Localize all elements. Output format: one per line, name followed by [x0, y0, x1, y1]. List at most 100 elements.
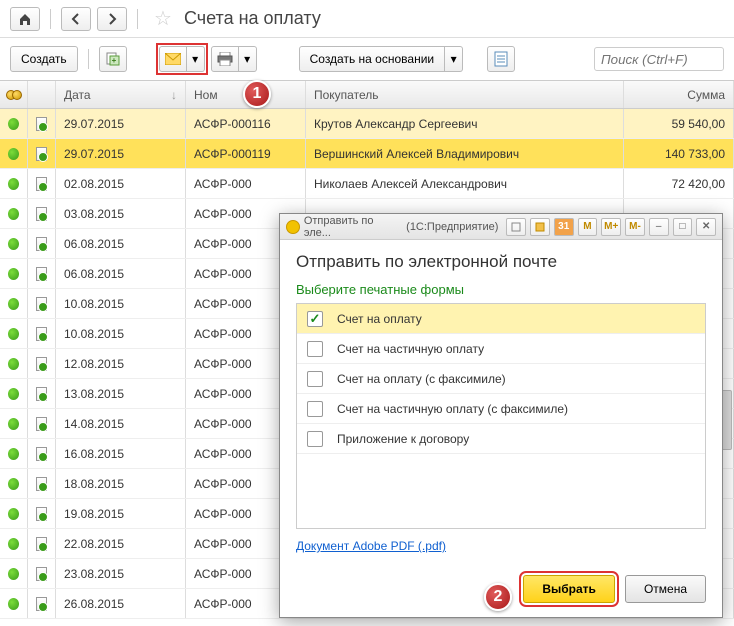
- date-cell: 29.07.2015: [56, 109, 186, 138]
- status-dot-icon: [8, 118, 19, 130]
- status-dot-icon: [8, 568, 19, 580]
- document-icon: [36, 177, 47, 191]
- based-on-dropdown[interactable]: ▾: [445, 46, 463, 72]
- toolbar: Создать + ▾ ▾ Создать на основании ▾: [0, 38, 734, 80]
- table-header: Дата↓ Ном Покупатель Сумма: [0, 81, 734, 109]
- buyer-cell: Крутов Александр Сергеевич: [306, 109, 624, 138]
- topbar: ☆ Счета на оплату: [0, 0, 734, 38]
- number-cell: АСФР-000116: [186, 109, 306, 138]
- dialog-subheading: Выберите печатные формы: [296, 282, 706, 297]
- status-cell: [0, 379, 28, 408]
- checkbox[interactable]: [307, 341, 323, 357]
- document-icon: [36, 297, 47, 311]
- date-cell: 12.08.2015: [56, 349, 186, 378]
- favorite-star-icon[interactable]: ☆: [154, 6, 172, 31]
- mark-cell: [28, 499, 56, 528]
- format-link[interactable]: Документ Adobe PDF (.pdf): [296, 539, 706, 553]
- callout-badge-1: 1: [243, 80, 271, 108]
- table-row[interactable]: 02.08.2015АСФР-000Николаев Алексей Алекс…: [0, 169, 734, 199]
- mark-cell: [28, 319, 56, 348]
- document-icon: [36, 327, 47, 341]
- col-sum[interactable]: Сумма: [624, 81, 734, 108]
- dialog-tool-pin[interactable]: [506, 218, 526, 236]
- sum-cell: 72 420,00: [624, 169, 734, 198]
- document-icon: [36, 447, 47, 461]
- checkbox[interactable]: [307, 431, 323, 447]
- status-dot-icon: [8, 178, 19, 190]
- mark-cell: [28, 589, 56, 618]
- table-row[interactable]: 29.07.2015АСФР-000116Крутов Александр Се…: [0, 109, 734, 139]
- print-form-item[interactable]: Счет на оплату (с факсимиле): [297, 364, 705, 394]
- checkbox[interactable]: ✓: [307, 311, 323, 327]
- back-button[interactable]: [61, 7, 91, 31]
- status-cell: [0, 139, 28, 168]
- print-form-label: Счет на оплату (с факсимиле): [337, 372, 506, 386]
- col-status[interactable]: [0, 81, 28, 108]
- print-dropdown[interactable]: ▾: [239, 46, 257, 72]
- mark-cell: [28, 169, 56, 198]
- cancel-button[interactable]: Отмена: [625, 575, 706, 603]
- email-button[interactable]: [159, 46, 187, 72]
- status-cell: [0, 259, 28, 288]
- email-dialog: Отправить по эле... (1С:Предприятие) 31 …: [279, 213, 723, 618]
- dialog-tool-m-plus[interactable]: M+: [601, 218, 621, 236]
- checkbox[interactable]: [307, 401, 323, 417]
- status-cell: [0, 319, 28, 348]
- copy-button[interactable]: +: [99, 46, 127, 72]
- select-button[interactable]: Выбрать: [523, 575, 615, 603]
- page-title: Счета на оплату: [184, 8, 321, 29]
- dialog-minimize[interactable]: –: [649, 218, 669, 236]
- print-form-item[interactable]: Счет на частичную оплату (с факсимиле): [297, 394, 705, 424]
- mark-cell: [28, 439, 56, 468]
- status-cell: [0, 589, 28, 618]
- sort-arrow-icon: ↓: [171, 88, 177, 102]
- dialog-tool-m-minus[interactable]: M-: [625, 218, 645, 236]
- search-input[interactable]: [594, 47, 724, 71]
- dialog-app-name: (1С:Предприятие): [406, 221, 498, 233]
- create-based-on-button[interactable]: Создать на основании: [299, 46, 446, 72]
- print-form-item[interactable]: Приложение к договору: [297, 424, 705, 454]
- mark-cell: [28, 529, 56, 558]
- date-cell: 29.07.2015: [56, 139, 186, 168]
- dialog-close[interactable]: ✕: [696, 218, 716, 236]
- dialog-tool-m[interactable]: M: [578, 218, 598, 236]
- separator: [88, 49, 89, 69]
- print-form-label: Счет на оплату: [337, 312, 422, 326]
- date-cell: 18.08.2015: [56, 469, 186, 498]
- col-date[interactable]: Дата↓: [56, 81, 186, 108]
- table-row[interactable]: 29.07.2015АСФР-000119Вершинский Алексей …: [0, 139, 734, 169]
- dialog-maximize[interactable]: □: [673, 218, 693, 236]
- col-mark[interactable]: [28, 81, 56, 108]
- home-button[interactable]: [10, 7, 40, 31]
- print-button[interactable]: [211, 46, 239, 72]
- status-cell: [0, 169, 28, 198]
- document-icon: [36, 477, 47, 491]
- mark-cell: [28, 379, 56, 408]
- date-cell: 26.08.2015: [56, 589, 186, 618]
- report-button[interactable]: [487, 46, 515, 72]
- document-icon: [36, 507, 47, 521]
- email-dropdown[interactable]: ▾: [187, 46, 205, 72]
- document-icon: [36, 387, 47, 401]
- create-button[interactable]: Создать: [10, 46, 78, 72]
- dialog-tool-calc[interactable]: [530, 218, 550, 236]
- status-dot-icon: [8, 328, 19, 340]
- checkbox[interactable]: [307, 371, 323, 387]
- forward-button[interactable]: [97, 7, 127, 31]
- dialog-tool-calendar[interactable]: 31: [554, 218, 574, 236]
- print-form-item[interactable]: ✓ Счет на оплату: [297, 304, 705, 334]
- based-on-group: Создать на основании ▾: [299, 46, 464, 72]
- status-cell: [0, 289, 28, 318]
- col-buyer[interactable]: Покупатель: [306, 81, 624, 108]
- date-cell: 14.08.2015: [56, 409, 186, 438]
- print-form-label: Приложение к договору: [337, 432, 469, 446]
- status-dot-icon: [8, 268, 19, 280]
- sum-cell: 59 540,00: [624, 109, 734, 138]
- print-form-item[interactable]: Счет на частичную оплату: [297, 334, 705, 364]
- svg-text:+: +: [111, 56, 116, 65]
- mark-cell: [28, 349, 56, 378]
- status-dot-icon: [8, 208, 19, 220]
- print-button-group: ▾: [211, 46, 257, 72]
- date-cell: 19.08.2015: [56, 499, 186, 528]
- mark-cell: [28, 229, 56, 258]
